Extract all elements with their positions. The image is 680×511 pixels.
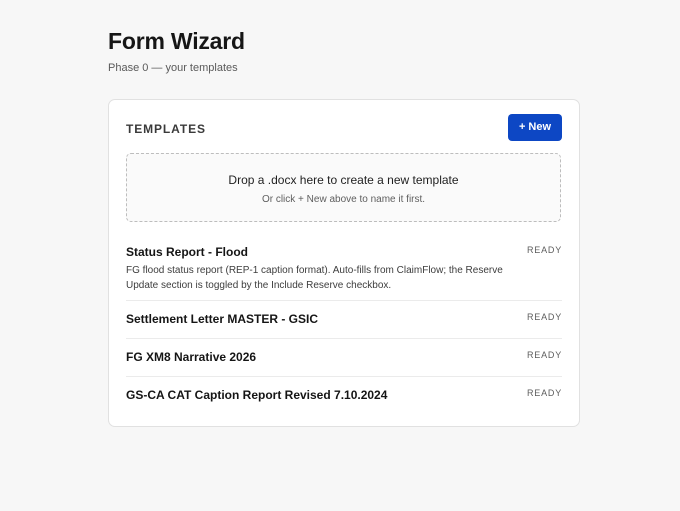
templates-heading: TEMPLATES [126, 122, 206, 136]
templates-card: TEMPLATES + New Drop a .docx here to cre… [108, 99, 580, 427]
new-template-button[interactable]: + New [508, 114, 562, 141]
template-status-badge: READY [526, 312, 562, 322]
template-item-status-report-flood[interactable]: Status Report - Flood READY FG flood sta… [126, 235, 562, 301]
template-item-cat-caption-report[interactable]: GS-CA CAT Caption Report Revised 7.10.20… [126, 377, 562, 414]
template-item-xm8-narrative[interactable]: FG XM8 Narrative 2026 READY [126, 339, 562, 377]
template-item-settlement-letter[interactable]: Settlement Letter MASTER - GSIC READY [126, 301, 562, 339]
page-subtitle: Phase 0 — your templates [108, 62, 238, 74]
dropzone-hint: Or click + New above to name it first. [261, 194, 426, 205]
template-description: FG flood status report (REP-1 caption fo… [126, 265, 503, 291]
dropzone-title: Drop a .docx here to create a new templa… [228, 173, 459, 187]
template-status-badge: READY [526, 245, 562, 255]
template-name: Status Report - Flood [126, 245, 248, 259]
template-status-badge: READY [526, 350, 562, 360]
template-name: GS-CA CAT Caption Report Revised 7.10.20… [126, 388, 388, 402]
docx-dropzone[interactable]: Drop a .docx here to create a new templa… [126, 153, 561, 222]
page-title: Form Wizard [108, 28, 245, 54]
template-list: Status Report - Flood READY FG flood sta… [126, 235, 562, 414]
template-name: FG XM8 Narrative 2026 [126, 350, 257, 364]
template-name: Settlement Letter MASTER - GSIC [126, 312, 319, 326]
template-status-badge: READY [526, 388, 562, 398]
